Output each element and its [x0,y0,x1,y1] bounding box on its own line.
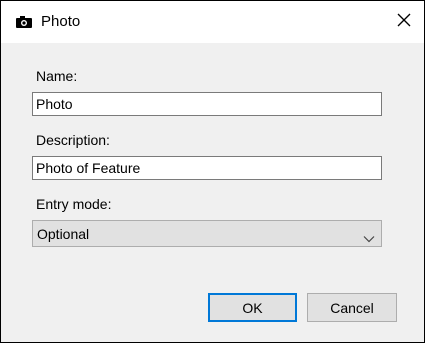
entry-mode-label: Entry mode: [36,196,112,212]
title-bar: Photo [1,1,424,43]
entry-mode-value: Optional [37,226,90,242]
chevron-down-icon [363,230,375,243]
cancel-button[interactable]: Cancel [307,293,397,322]
description-field[interactable] [32,156,382,180]
ok-button[interactable]: OK [208,293,297,322]
description-label: Description: [36,132,110,148]
photo-dialog: Photo Name: Description: Entry mode: Opt… [0,0,425,343]
close-button[interactable] [383,1,424,43]
close-icon [397,13,411,32]
camera-icon [16,15,32,28]
entry-mode-select[interactable]: Optional [32,220,382,247]
window-title: Photo [41,13,81,30]
name-field[interactable] [32,92,382,116]
name-label: Name: [36,68,78,84]
